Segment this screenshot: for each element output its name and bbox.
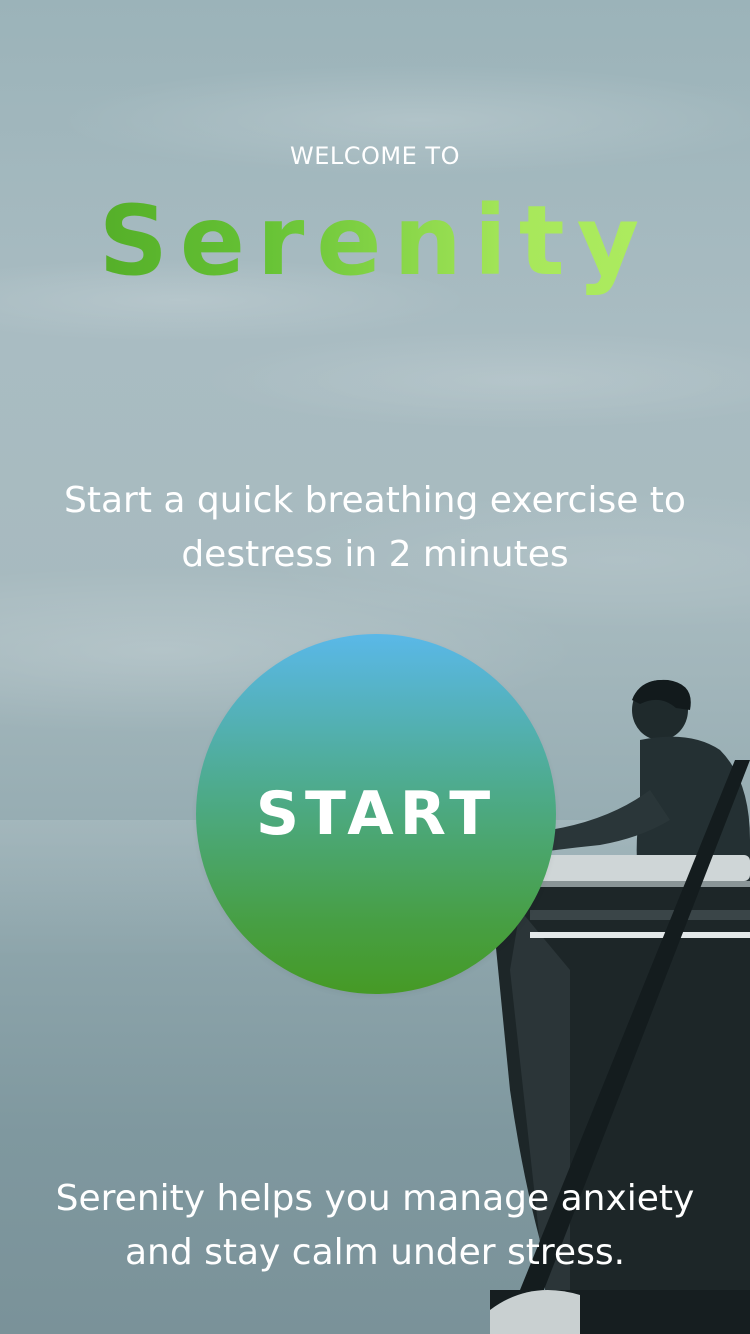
- start-button[interactable]: START: [196, 634, 556, 994]
- brand-logo-text: Serenity: [0, 185, 750, 297]
- start-button-label: START: [255, 779, 497, 849]
- welcome-heading: WELCOME TO: [290, 142, 460, 170]
- footer-description: Serenity helps you manage anxiety and st…: [55, 1178, 695, 1273]
- tagline-text: Start a quick breathing exercise to dest…: [64, 480, 686, 575]
